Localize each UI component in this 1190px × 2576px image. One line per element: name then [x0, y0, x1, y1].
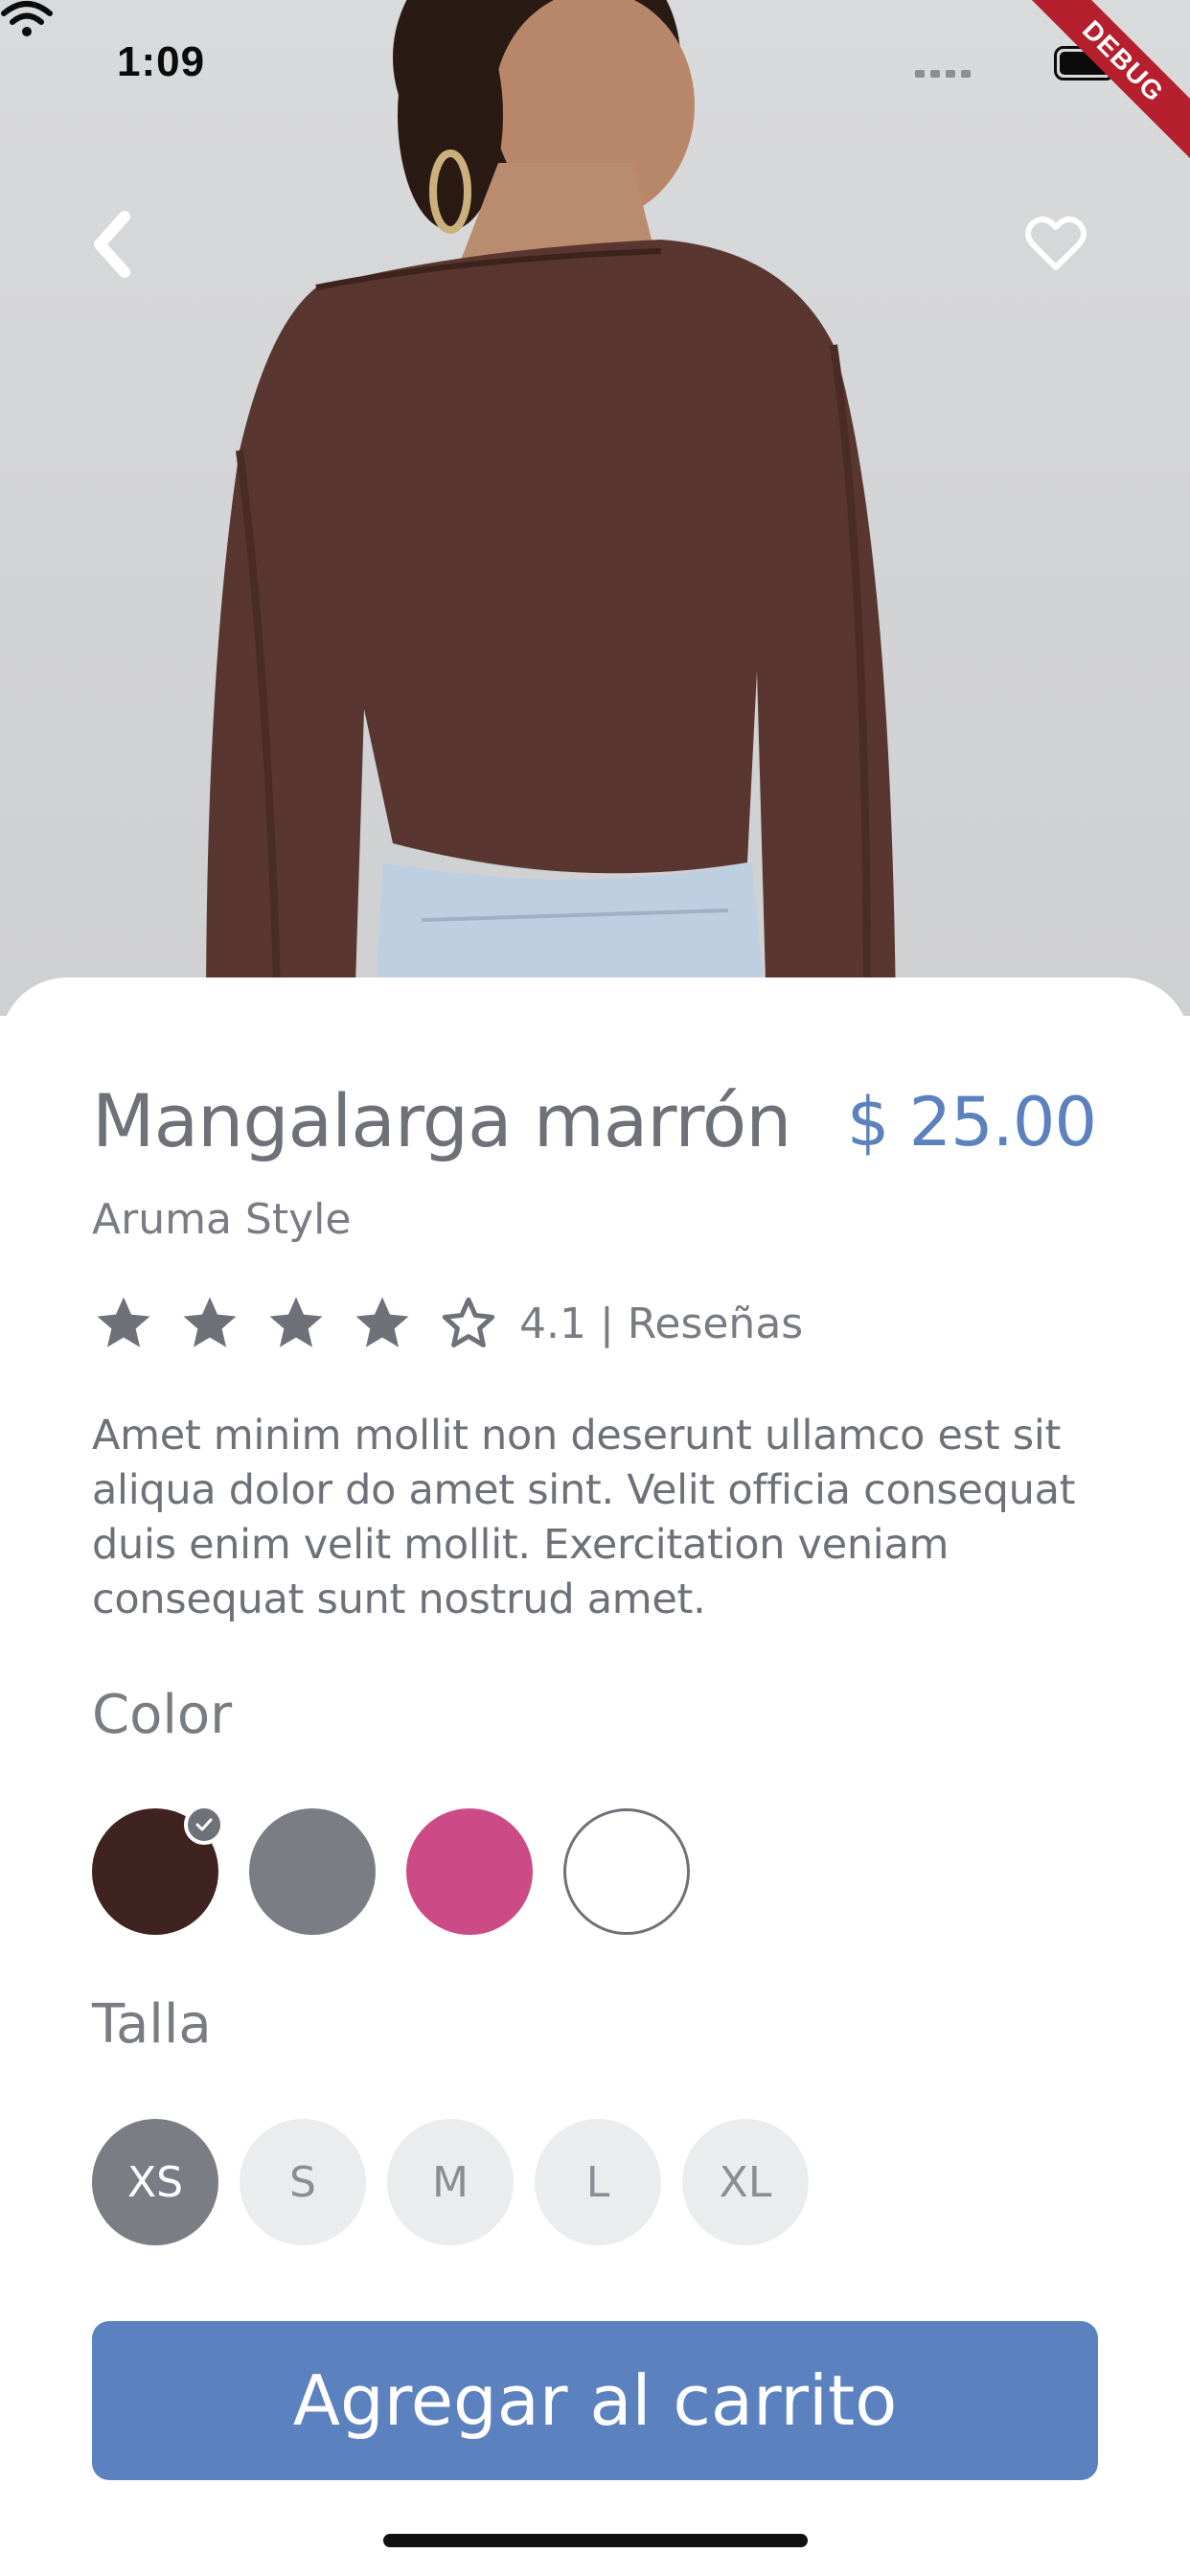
size-label: Talla: [92, 1993, 212, 2056]
star-outline-icon: [442, 1297, 495, 1348]
star-filled-icon: [97, 1297, 150, 1347]
add-to-cart-button[interactable]: Agregar al carrito: [92, 2321, 1098, 2480]
product-description: Amet minim mollit non deserunt ullamco e…: [92, 1412, 1076, 1623]
product-brand: Aruma Style: [92, 1195, 352, 1244]
color-swatch-pink[interactable]: [406, 1808, 533, 1935]
size-option-m[interactable]: M: [387, 2119, 514, 2245]
star-filled-icon: [269, 1297, 323, 1347]
color-swatch-brown[interactable]: [92, 1805, 224, 1935]
home-indicator[interactable]: [383, 2534, 808, 2547]
wifi-icon: [1, 1, 53, 36]
cellular-signal-icon: [915, 70, 971, 78]
size-options: XS S M L XL: [92, 2119, 809, 2245]
back-button[interactable]: [88, 211, 165, 297]
chevron-left-icon: [94, 211, 130, 278]
model-photo: [206, 0, 896, 1016]
rating-text: 4.1 | Reseñas: [519, 1299, 804, 1348]
color-label: Color: [92, 1684, 233, 1746]
size-option-xs[interactable]: XS: [92, 2119, 218, 2245]
color-options: [92, 1805, 690, 1935]
product-image: 1:09 DEBUG: [0, 0, 1190, 1016]
size-option-s[interactable]: S: [240, 2119, 366, 2245]
color-swatch-white[interactable]: [563, 1808, 690, 1935]
check-icon: [184, 1805, 224, 1845]
favorite-button[interactable]: [1025, 216, 1102, 292]
status-time: 1:09: [117, 38, 206, 85]
rating-row[interactable]: 4.1 | Reseñas: [92, 1292, 803, 1355]
color-swatch-gray[interactable]: [249, 1808, 376, 1935]
product-title: Mangalarga marrón: [92, 1078, 791, 1163]
size-option-xl[interactable]: XL: [682, 2119, 809, 2245]
heart-outline-icon: [1025, 216, 1087, 270]
star-filled-icon: [183, 1297, 237, 1347]
product-price: $ 25.00: [846, 1083, 1097, 1162]
star-filled-icon: [355, 1297, 409, 1347]
size-option-l[interactable]: L: [535, 2119, 661, 2245]
